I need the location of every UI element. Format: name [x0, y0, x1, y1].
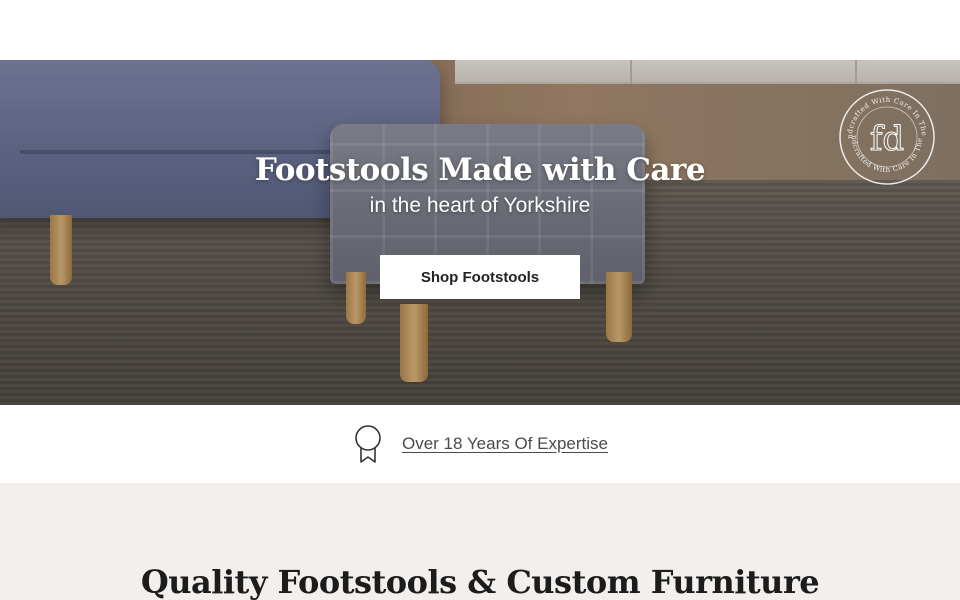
expertise-link[interactable]: Over 18 Years Of Expertise — [402, 434, 608, 454]
award-ribbon-icon — [355, 425, 381, 463]
shop-footstools-button[interactable]: Shop Footstools — [380, 255, 580, 299]
expertise-strip: Over 18 Years Of Expertise — [0, 405, 960, 483]
handcrafted-badge-icon: Handcrafted With Care In The Uk Handcraf… — [838, 88, 935, 185]
hero-title: Footstools Made with Care — [254, 152, 706, 188]
badge-monogram: fd — [870, 119, 904, 159]
hero-subtitle: in the heart of Yorkshire — [369, 194, 591, 217]
section-heading: Quality Footstools & Custom Furniture — [140, 563, 820, 600]
site-header — [0, 0, 960, 60]
quality-section: Quality Footstools & Custom Furniture — [0, 483, 960, 600]
hero-overlay — [0, 60, 960, 405]
hero-banner: Footstools Made with Care in the heart o… — [0, 60, 960, 405]
